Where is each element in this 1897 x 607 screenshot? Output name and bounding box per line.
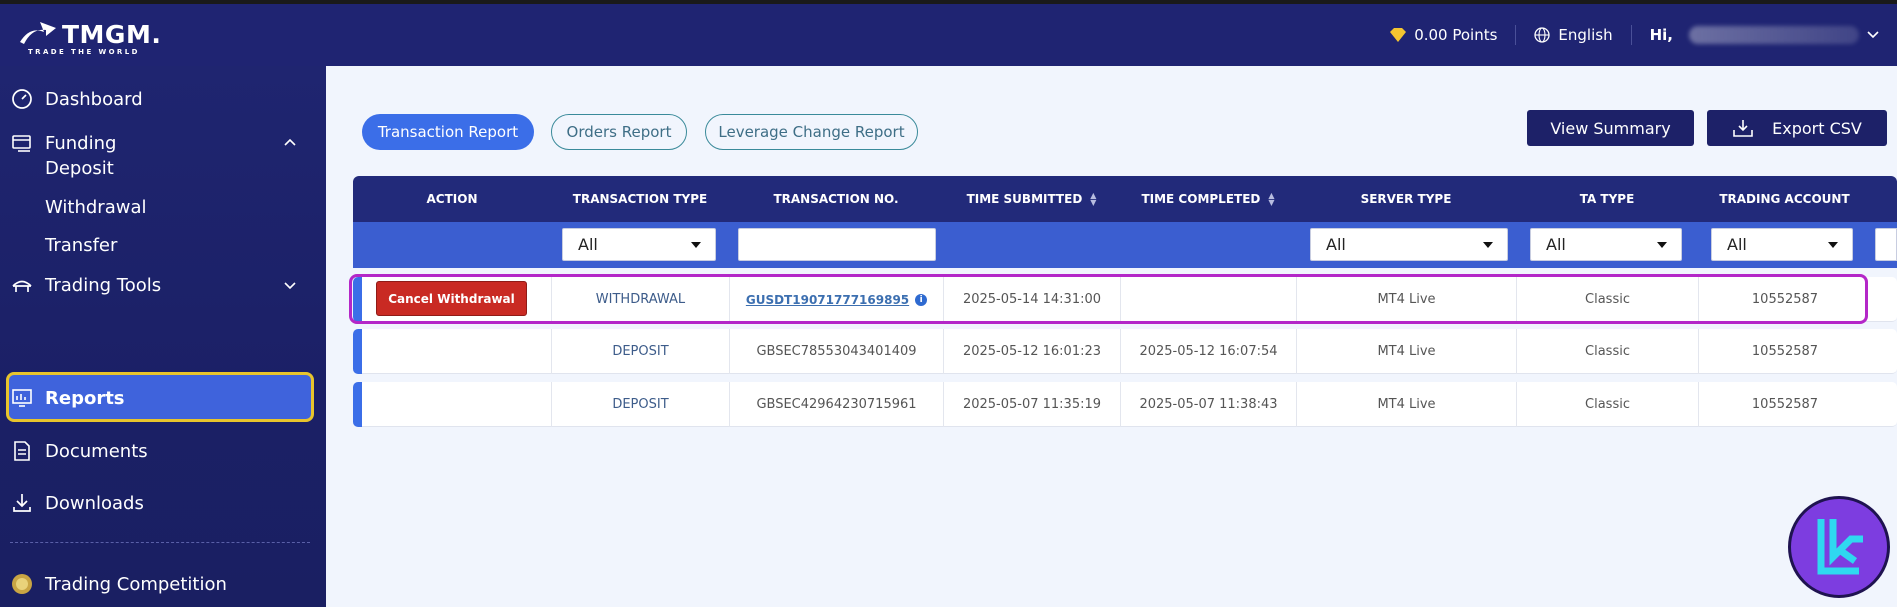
globe-icon [1534, 27, 1551, 43]
sidebar-item-trading-tools[interactable]: Trading Tools [0, 262, 326, 308]
caret-down-icon [691, 242, 701, 248]
filter-value: All [578, 235, 598, 254]
column-header-time-submitted[interactable]: TIME SUBMITTED ▲ ▼ [943, 176, 1120, 222]
view-summary-button[interactable]: View Summary [1527, 110, 1694, 146]
points-display[interactable]: 0.00 Points [1390, 26, 1497, 44]
filter-value: All [1546, 235, 1566, 254]
brand-badge-icon [1817, 519, 1863, 575]
greeting-text: Hi, [1649, 26, 1673, 44]
column-header-action: ACTION [426, 192, 478, 206]
chevron-down-icon [1867, 31, 1879, 39]
reports-icon [12, 389, 32, 407]
column-header-label: TIME COMPLETED [1141, 192, 1261, 206]
cell-trading-account: 10552587 [1698, 382, 1871, 427]
sort-icon: ▲ ▼ [1268, 191, 1275, 207]
cell-time-completed: 2025-05-12 16:07:54 [1120, 329, 1296, 374]
sidebar-subitem-deposit[interactable]: Deposit [45, 158, 114, 179]
sort-icon: ▲ ▼ [1090, 191, 1097, 207]
chevron-down-icon [284, 282, 296, 290]
sidebar-item-label: Downloads [45, 492, 144, 514]
caret-down-icon [1483, 242, 1493, 248]
column-header-transaction-type: TRANSACTION TYPE [572, 192, 708, 206]
sidebar: Dashboard Funding Deposit Withdrawal Tra… [0, 66, 326, 607]
funding-icon [12, 135, 31, 152]
export-csv-button[interactable]: Export CSV [1707, 110, 1887, 146]
table-header: ACTION TRANSACTION TYPE TRANSACTION NO. … [353, 176, 1897, 222]
export-csv-label: Export CSV [1772, 118, 1862, 138]
ta-type-filter[interactable]: All [1530, 228, 1682, 261]
sidebar-item-reports[interactable]: Reports [0, 375, 326, 421]
overflow-filter-input[interactable] [1875, 228, 1897, 261]
cell-transaction-no: GBSEC78553043401409 [729, 329, 943, 374]
sidebar-item-label: Documents [45, 440, 148, 462]
logo-tagline: TRADE THE WORLD [28, 48, 140, 56]
sidebar-divider [10, 542, 310, 543]
cell-server-type: MT4 Live [1296, 329, 1516, 374]
column-header-time-completed[interactable]: TIME COMPLETED ▲ ▼ [1120, 176, 1296, 222]
tab-orders-report[interactable]: Orders Report [551, 114, 687, 150]
cell-trading-account: 10552587 [1698, 329, 1871, 374]
sidebar-subitem-transfer[interactable]: Transfer [45, 235, 117, 256]
tab-transaction-report[interactable]: Transaction Report [362, 114, 534, 150]
cell-transaction-type: DEPOSIT [551, 382, 729, 427]
trading-account-filter[interactable]: All [1711, 228, 1853, 261]
sidebar-item-downloads[interactable]: Downloads [0, 480, 326, 526]
cell-transaction-type: DEPOSIT [551, 329, 729, 374]
row-highlight [349, 274, 1868, 324]
download-icon [13, 494, 31, 512]
cell-ta-type: Classic [1516, 329, 1698, 374]
table-row: DEPOSIT GBSEC78553043401409 2025-05-12 1… [353, 329, 1897, 374]
trophy-icon [12, 574, 32, 594]
filter-value: All [1326, 235, 1346, 254]
sidebar-item-label: Dashboard [45, 88, 143, 110]
redacted-username [1689, 26, 1859, 44]
points-value: 0.00 Points [1414, 26, 1498, 44]
logo-text: TMGM. [62, 20, 162, 49]
row-indicator [353, 329, 362, 374]
logo-mark-icon [20, 22, 56, 44]
language-label: English [1558, 26, 1613, 44]
user-menu[interactable]: Hi, [1650, 26, 1879, 44]
column-header-server-type: SERVER TYPE [1360, 192, 1452, 206]
row-indicator [353, 382, 362, 427]
diamond-icon [1390, 28, 1407, 42]
cell-time-submitted: 2025-05-07 11:35:19 [943, 382, 1120, 427]
top-bar: TMGM. TRADE THE WORLD 0.00 Points Englis… [0, 0, 1897, 66]
column-header-label: TIME SUBMITTED [966, 192, 1083, 206]
transaction-type-filter[interactable]: All [562, 228, 716, 261]
table-row: DEPOSIT GBSEC42964230715961 2025-05-07 1… [353, 382, 1897, 427]
cell-server-type: MT4 Live [1296, 382, 1516, 427]
documents-icon [14, 441, 30, 461]
filter-value: All [1727, 235, 1747, 254]
trading-tools-icon [12, 280, 32, 292]
language-selector[interactable]: English [1534, 26, 1613, 44]
cell-time-submitted: 2025-05-12 16:01:23 [943, 329, 1120, 374]
sidebar-item-label: Trading Competition [45, 573, 227, 595]
top-right-menu: 0.00 Points English Hi, [1390, 22, 1879, 48]
download-icon [1733, 120, 1753, 137]
dashboard-icon [12, 89, 32, 109]
sidebar-item-label: Trading Tools [45, 274, 162, 296]
brand-badge [1788, 496, 1890, 598]
cell-ta-type: Classic [1516, 382, 1698, 427]
column-header-transaction-no: TRANSACTION NO. [773, 192, 899, 206]
sidebar-item-documents[interactable]: Documents [0, 428, 326, 474]
column-header-trading-account: TRADING ACCOUNT [1719, 192, 1850, 206]
chevron-up-icon [284, 138, 296, 146]
server-type-filter[interactable]: All [1310, 228, 1508, 261]
sidebar-item-dashboard[interactable]: Dashboard [0, 76, 326, 122]
filter-row: All All All All [353, 222, 1897, 268]
sidebar-item-label: Funding [45, 132, 117, 154]
tab-leverage-change-report[interactable]: Leverage Change Report [705, 114, 918, 150]
transaction-no-filter-input[interactable] [738, 228, 936, 261]
sidebar-item-label: Reports [45, 387, 125, 409]
cell-transaction-no: GBSEC42964230715961 [729, 382, 943, 427]
column-header-ta-type: TA TYPE [1579, 192, 1635, 206]
caret-down-icon [1657, 242, 1667, 248]
cell-time-completed: 2025-05-07 11:38:43 [1120, 382, 1296, 427]
caret-down-icon [1828, 242, 1838, 248]
sidebar-subitem-withdrawal[interactable]: Withdrawal [45, 197, 146, 218]
tmgm-logo[interactable]: TMGM. TRADE THE WORLD [18, 18, 168, 58]
sidebar-item-trading-competition[interactable]: Trading Competition [0, 561, 326, 607]
